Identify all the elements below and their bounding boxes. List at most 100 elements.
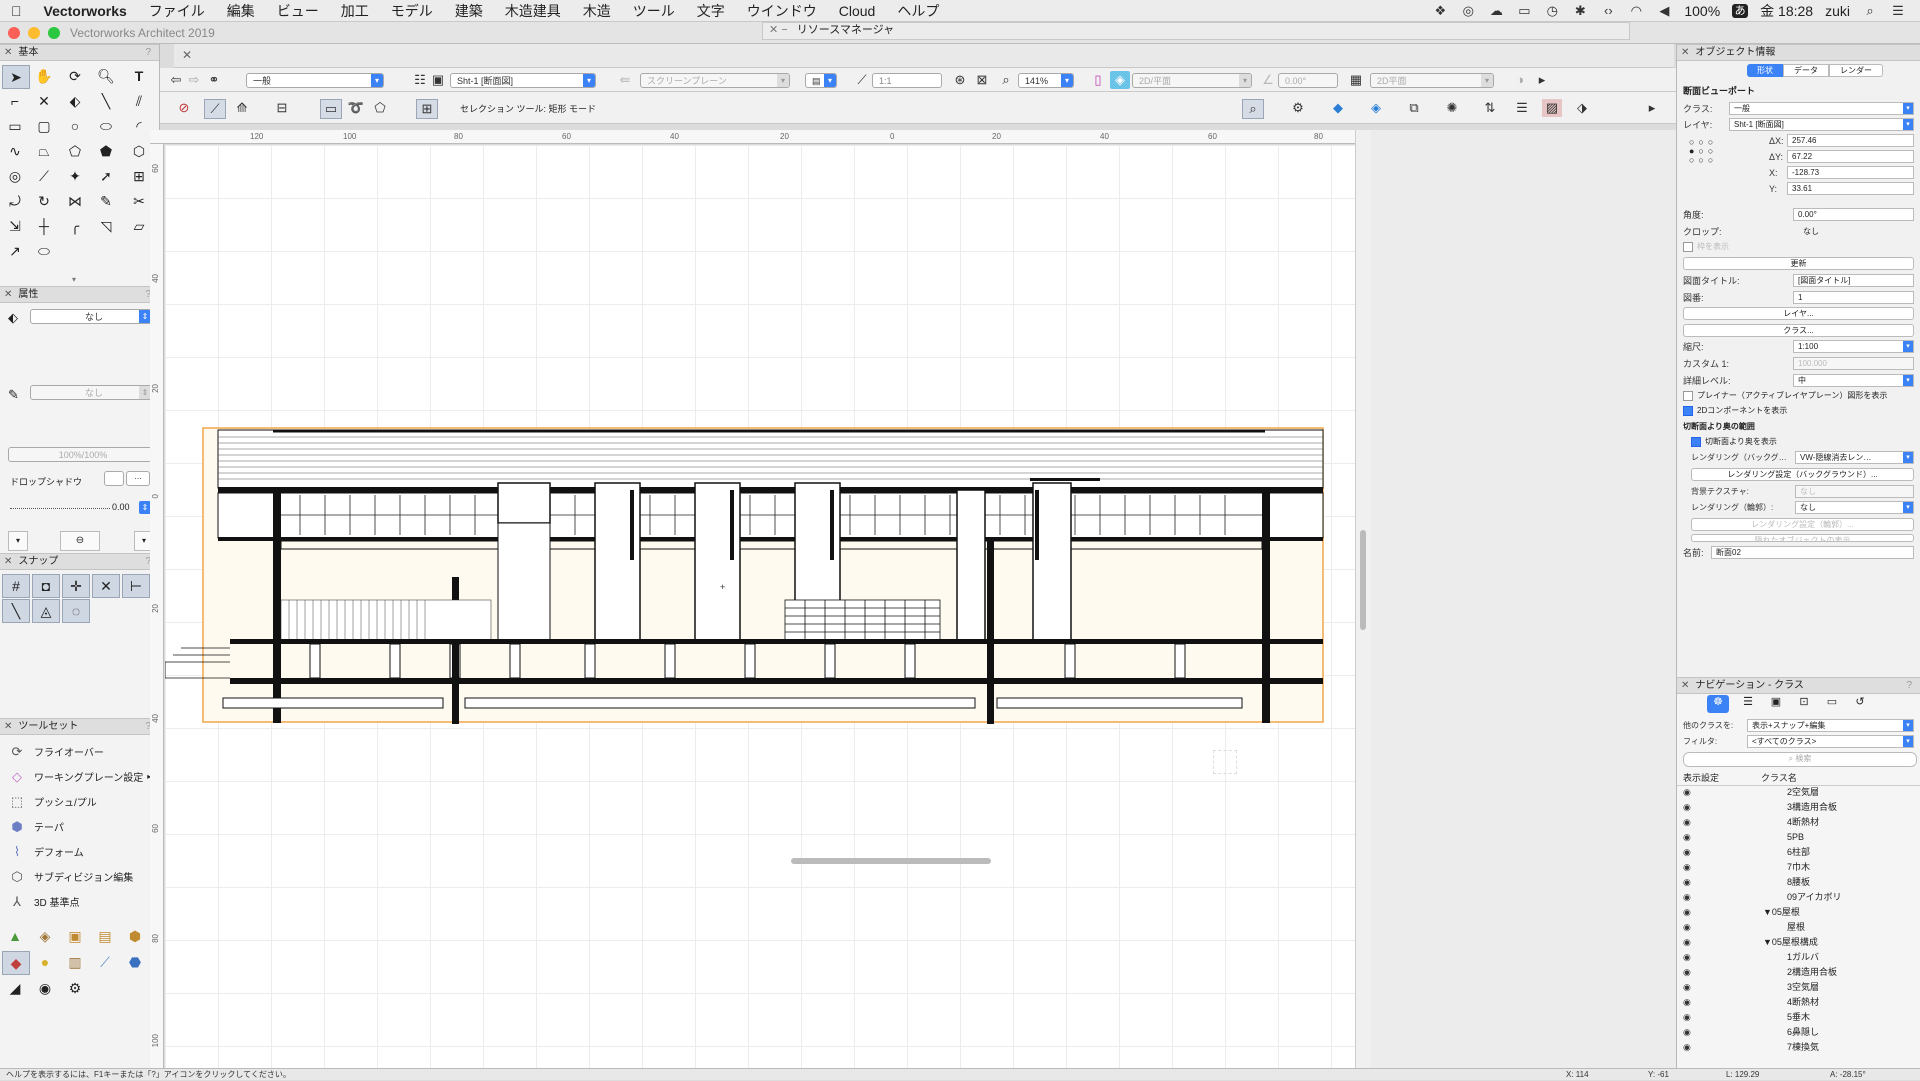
list-item[interactable]: ◉ ▼05屋根構成 <box>1677 935 1920 950</box>
visibility-options-icon[interactable]: ◆ <box>1328 99 1348 117</box>
fill-style-select[interactable]: なし ⇕ <box>30 309 152 324</box>
disable-snap-icon[interactable]: ⊘ <box>174 99 194 117</box>
menu-wood-fittings[interactable]: 木造建具 <box>494 1 572 21</box>
eyedropper-tool-icon[interactable]: ⟋ <box>31 165 57 187</box>
fit-to-objects-icon[interactable]: ⊠ <box>972 71 992 89</box>
landscape-toolset-icon[interactable]: ◢ <box>2 977 28 999</box>
eye-icon[interactable]: ◉ <box>1683 905 1691 920</box>
eye-icon[interactable]: ◉ <box>1683 845 1691 860</box>
hidden-objects-button[interactable]: 隠れたオブジェクトの表示 <box>1691 534 1914 542</box>
site-toolset-icon[interactable]: ▲ <box>2 925 28 947</box>
oval-tool-icon[interactable]: ⬭ <box>93 115 119 137</box>
machine-toolset-icon[interactable]: ⚙ <box>62 977 88 999</box>
dimension-tool-icon[interactable]: ↗ <box>2 240 28 262</box>
double-polygon-tool-icon[interactable]: ⬟ <box>93 140 119 162</box>
drawing-canvas[interactable]: + <box>165 145 1355 1068</box>
text-tool-icon[interactable]: T <box>126 65 152 87</box>
airplay-icon[interactable]: ▭ <box>1516 3 1532 18</box>
line-start-marker-button[interactable]: ▾ <box>8 531 28 551</box>
render-mode-select[interactable]: 2D平面 ▾ <box>1370 73 1494 88</box>
snap-angle-icon[interactable]: ✛ <box>62 574 90 598</box>
list-item[interactable]: ◉ 6柱部 <box>1677 845 1920 860</box>
help-icon[interactable]: ? <box>1906 678 1912 693</box>
transform-mode-icon[interactable]: ⊟ <box>272 99 292 117</box>
chamfer-tool-icon[interactable]: ◹ <box>93 215 119 237</box>
image-icon[interactable]: ▨ <box>1542 99 1562 117</box>
pan-tool-icon[interactable]: ✋ <box>31 65 57 87</box>
menu-window[interactable]: ウインドウ <box>736 1 828 21</box>
tag-icon[interactable]: ⬗ <box>1572 99 1592 117</box>
list-item[interactable]: ◉ 7棟換気 <box>1677 1040 1920 1055</box>
render-line-settings-button[interactable]: レンダリング設定（輪郭）... <box>1691 518 1914 531</box>
flyover-tool-icon[interactable]: ⟳ <box>62 65 88 87</box>
zoom-icon[interactable]: ⌕ <box>996 71 1016 89</box>
menu-file[interactable]: ファイル <box>138 1 216 21</box>
list-item[interactable]: ◉ 8腰板 <box>1677 875 1920 890</box>
lasso-mode-icon[interactable]: ➰ <box>346 99 366 117</box>
dy-field[interactable]: 67.22 <box>1787 150 1914 163</box>
snap-intersection-icon[interactable]: ✕ <box>92 574 120 598</box>
render-background-select[interactable]: VW-隠線消去レン… ▾ <box>1795 451 1914 464</box>
eye-icon[interactable]: ◉ <box>1683 935 1691 950</box>
menubar-clock[interactable]: 金 18:28 <box>1760 1 1813 21</box>
bg-texture-select[interactable]: なし <box>1795 485 1914 498</box>
callout-tool-icon[interactable]: ⌐ <box>2 90 28 112</box>
list-item[interactable]: ◉ 5PB <box>1677 830 1920 845</box>
list-item[interactable]: ◉ 5垂木 <box>1677 1010 1920 1025</box>
tab-render[interactable]: レンダー <box>1829 64 1883 77</box>
render-line-select[interactable]: なし ▾ <box>1795 501 1914 514</box>
toolset-item-flyover[interactable]: ⟳ フライオーバー <box>0 739 159 764</box>
nav-views-icon[interactable]: ⊡ <box>1795 695 1813 713</box>
scale-select[interactable]: 1:100 ▾ <box>1793 340 1914 353</box>
measure-icon[interactable]: ⇅ <box>1480 99 1500 117</box>
palette-collapse-icon[interactable]: ▾ <box>72 275 76 284</box>
eye-icon[interactable]: ◉ <box>1683 950 1691 965</box>
wifi-icon[interactable]: ◠ <box>1628 3 1644 18</box>
eye-icon[interactable]: ◉ <box>1683 875 1691 890</box>
nav-references-icon[interactable]: ▭ <box>1823 695 1841 713</box>
eraser-tool-icon[interactable]: ▱ <box>126 215 152 237</box>
layer-options-select[interactable]: ▤ ▾ <box>805 73 837 88</box>
horizontal-ruler[interactable]: 120 100 80 60 40 20 0 20 40 60 80 100 <box>150 130 1355 144</box>
opacity-field[interactable]: 100%/100% <box>8 447 152 462</box>
rotation-angle-field[interactable]: 0.00° <box>1278 73 1338 88</box>
rectangle-mode-icon[interactable]: ▭ <box>320 99 342 119</box>
pen-style-select[interactable]: なし ⇕ <box>30 385 152 400</box>
list-item[interactable]: ◉ 2構造用合板 <box>1677 965 1920 980</box>
visualization-toolset-icon[interactable]: ● <box>32 951 58 973</box>
snap-smart-point-icon[interactable]: ◬ <box>32 599 60 623</box>
eye-icon[interactable]: ◉ <box>1683 995 1691 1010</box>
spotlight-icon[interactable]: ⌕ <box>1862 3 1878 18</box>
list-item[interactable]: ◉ 3空気層 <box>1677 980 1920 995</box>
cube-icon[interactable]: ◈ <box>1366 99 1386 117</box>
y-field[interactable]: 33.61 <box>1787 182 1914 195</box>
active-class-select[interactable]: 一般 ▾ <box>246 73 384 88</box>
building-shell-toolset-icon[interactable]: ◈ <box>32 925 58 947</box>
dx-field[interactable]: 257.46 <box>1787 134 1914 147</box>
tab-shape[interactable]: 形状 <box>1747 64 1783 77</box>
resource-manager-bar[interactable]: ✕ − リソースマネージャ <box>762 22 1630 40</box>
rectangle-tool-icon[interactable]: ▭ <box>2 115 28 137</box>
attributes-palette-header[interactable]: ✕ 属性? <box>0 286 159 303</box>
x-field[interactable]: -128.73 <box>1787 166 1914 179</box>
standard-view-select[interactable]: 2D/平面 ▾ <box>1132 73 1252 88</box>
zoom-tool-icon[interactable]: 🔍︎ <box>93 65 119 87</box>
spaces-toolset-icon[interactable]: ◉ <box>32 977 58 999</box>
toolset-item-working-plane[interactable]: ◇ワーキングプレーン設定▸ <box>0 764 159 789</box>
layer-stack-icon[interactable]: ⧉ <box>1404 99 1424 117</box>
detailing-toolset-icon[interactable]: ▤ <box>92 925 118 947</box>
mirror-flip-tool-icon[interactable]: ⋈ <box>62 190 88 212</box>
angle-field[interactable]: 0.00° <box>1793 208 1914 221</box>
menu-view[interactable]: ビュー <box>266 1 330 21</box>
eye-icon[interactable]: ◉ <box>1683 1040 1691 1055</box>
polyline-tool-icon[interactable]: ⏢ <box>31 140 57 162</box>
document-tab-close-icon[interactable]: ✕ <box>182 48 192 62</box>
drawing-number-field[interactable]: 1 <box>1793 291 1914 304</box>
menu-text[interactable]: 文字 <box>686 1 736 21</box>
toolset-item-taper[interactable]: ⬢ テーパ <box>0 814 159 839</box>
name-field[interactable]: 断面02 <box>1711 546 1914 559</box>
snap-smart-edge-icon[interactable]: ◌ <box>62 599 90 623</box>
list-item[interactable]: ◉ 屋根 <box>1677 920 1920 935</box>
saved-views-icon[interactable]: ⚭ <box>204 71 224 89</box>
3d-modeling-toolset-icon[interactable]: ◆ <box>2 951 30 975</box>
